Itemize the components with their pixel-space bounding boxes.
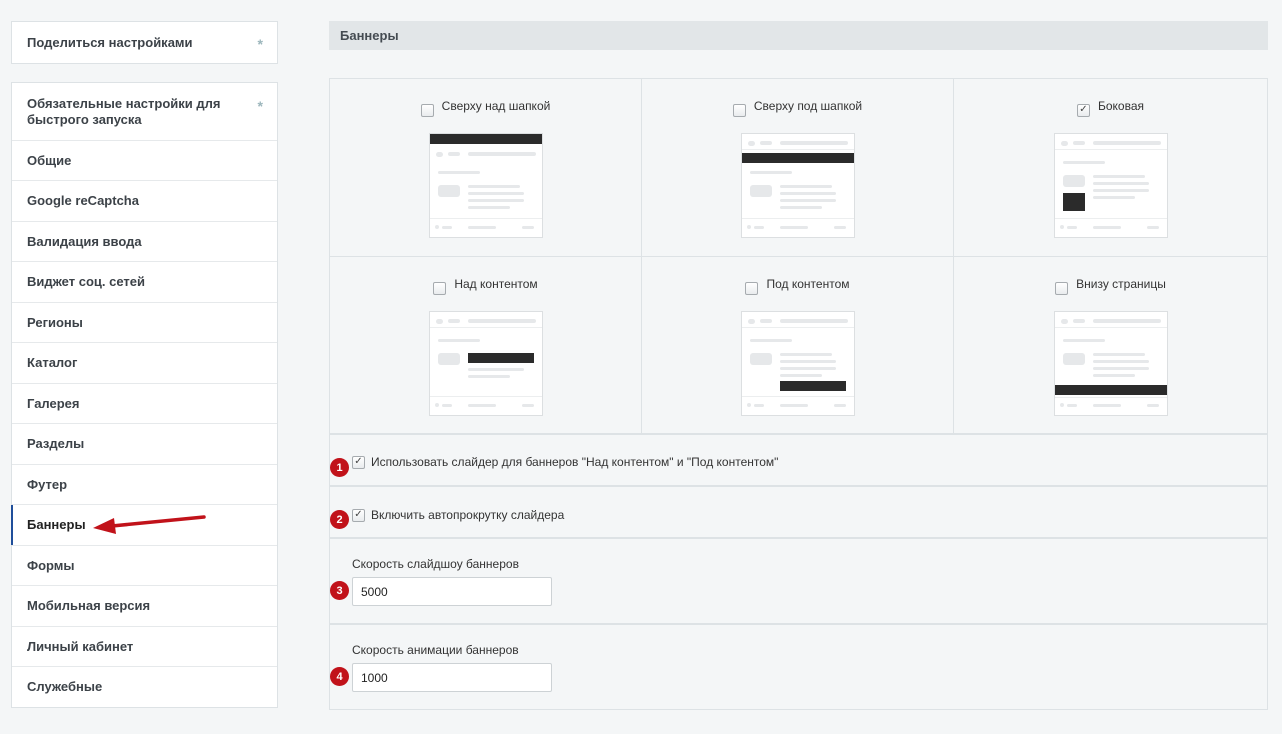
slideshow-speed-input[interactable] [352,577,552,606]
banner-position-option[interactable]: Внизу страницы [954,257,1267,433]
autoscroll-row: ✓ Включить автопрокрутку слайдера [329,486,1268,538]
banner-position-text: Сверху над шапкой [441,99,551,113]
banner-position-checkbox[interactable] [420,103,434,117]
badge-1: 1 [330,458,349,477]
sidebar-item[interactable]: Виджет соц. сетей [12,261,277,302]
banner-position-option[interactable]: Над контентом [330,257,642,433]
share-settings-label: Поделиться настройками [27,35,193,50]
banner-positions-grid: Сверху над шапкой Сверху под шапкой ✓ Боков… [329,78,1268,434]
badge-4: 4 [330,667,349,686]
sidebar-item-label: Личный кабинет [27,638,134,654]
sidebar-item[interactable]: Формы [12,545,277,585]
sidebar-item-label: Общие [27,152,72,168]
banner-position-checkbox[interactable] [732,103,746,117]
use-slider-label: Использовать слайдер для баннеров "Над к… [371,455,779,469]
autoscroll-checkbox[interactable]: ✓ [352,508,365,522]
sidebar-item[interactable]: Обязательные настройки для быстрого запу… [12,83,277,140]
banner-position-checkbox[interactable]: ✓ [1076,103,1090,117]
sidebar-item[interactable]: Google reCaptcha [12,180,277,221]
banner-position-text: Внизу страницы [1076,277,1166,291]
sidebar-item-label: Валидация ввода [27,233,142,249]
sidebar-item[interactable]: Галерея [12,383,277,423]
banner-position-text: Под контентом [766,277,850,291]
sidebar-item[interactable]: Мобильная версия [12,585,277,626]
banner-position-checkbox[interactable] [1055,281,1069,295]
sidebar-item[interactable]: Каталог [12,342,277,383]
banner-position-checkbox[interactable] [433,281,447,295]
slideshow-speed-row: Скорость слайдшоу баннеров [329,538,1268,624]
banner-position-preview [1053,311,1168,416]
sidebar-item[interactable]: Валидация ввода [12,221,277,261]
animation-speed-label: Скорость анимации баннеров [352,643,519,657]
banner-position-text: Боковая [1097,99,1145,113]
sidebar-item[interactable]: Общие [12,140,277,180]
banner-position-label: Сверху под шапкой [642,99,953,117]
sidebar-item-label: Мобильная версия [27,598,151,613]
banner-position-preview [740,133,855,238]
section-title: Баннеры [329,21,1268,50]
sidebar-item-label: Каталог [27,355,78,370]
banner-position-option[interactable]: Под контентом [642,257,954,433]
autoscroll-label: Включить автопрокрутку слайдера [371,508,565,522]
badge-2: 2 [330,510,349,529]
banner-position-option[interactable]: Сверху под шапкой [642,79,954,257]
sidebar-item[interactable]: Регионы [12,302,277,342]
settings-page: Поделиться настройками * Обязательные на… [0,0,1282,734]
arrow-annotation-icon [93,515,206,534]
slideshow-speed-label: Скорость слайдшоу баннеров [352,557,519,571]
banner-position-text: Сверху под шапкой [753,99,863,113]
use-slider-row: ✓ Использовать слайдер для баннеров "Над… [329,434,1268,486]
banner-position-text: Над контентом [454,277,538,291]
banner-position-checkbox[interactable] [745,281,759,295]
sidebar-item-label: Формы [27,557,75,573]
share-settings-button[interactable]: Поделиться настройками * [11,21,278,64]
animation-speed-input[interactable] [352,663,552,692]
badge-3: 3 [330,581,349,600]
banner-position-preview [428,311,543,416]
sidebar-item-label: Футер [27,476,68,492]
use-slider-checkbox[interactable]: ✓ [352,455,365,469]
banner-position-preview [428,133,543,238]
sidebar-item-label: Разделы [27,436,85,451]
animation-speed-row: Скорость анимации баннеров [329,624,1268,710]
sidebar-item-label: Баннеры [27,517,86,532]
banner-position-option[interactable]: ✓ Боковая [954,79,1267,257]
banner-position-label: Внизу страницы [954,277,1267,295]
banner-position-option[interactable]: Сверху над шапкой [330,79,642,257]
banner-position-preview [740,311,855,416]
star-icon: * [257,35,263,52]
sidebar-item-label: Обязательные настройки для быстрого запу… [27,95,221,127]
sidebar-item-label: Виджет соц. сетей [27,274,145,289]
banner-position-label: ✓ Боковая [954,99,1267,117]
sidebar-item[interactable]: Футер [12,464,277,504]
sidebar-item[interactable]: Разделы [12,423,277,464]
sidebar-item-label: Галерея [27,395,80,411]
sidebar-item[interactable]: Личный кабинет [12,626,277,666]
banner-position-preview [1053,133,1168,238]
sidebar-item-label: Google reCaptcha [27,193,139,208]
sidebar-item-label: Служебные [27,679,103,694]
settings-nav: Обязательные настройки для быстрого запу… [11,82,278,708]
sidebar-item[interactable]: Служебные [12,666,277,707]
banner-position-label: Над контентом [330,277,641,295]
banner-position-label: Сверху над шапкой [330,99,641,117]
sidebar-item-label: Регионы [27,314,83,330]
banner-position-label: Под контентом [642,277,953,295]
star-icon: * [257,97,263,114]
